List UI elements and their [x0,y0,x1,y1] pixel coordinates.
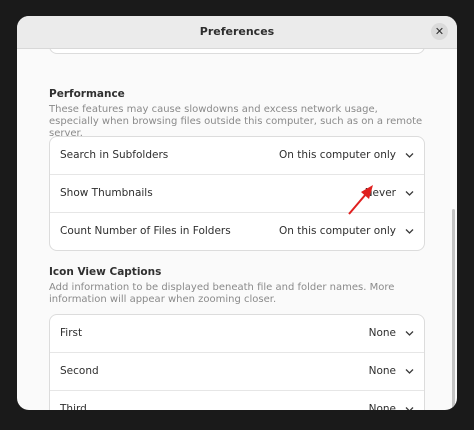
caption-third-row[interactable]: Third None [50,391,424,410]
chevron-down-icon [405,407,414,410]
caption-second-row[interactable]: Second None [50,353,424,391]
row-value: None [368,365,396,377]
row-label: Show Thumbnails [60,187,153,199]
count-files-row[interactable]: Count Number of Files in Folders On this… [50,213,424,250]
row-label: Second [60,365,99,377]
row-label: Count Number of Files in Folders [60,225,231,237]
row-value: None [368,327,396,339]
search-in-subfolders-row[interactable]: Search in Subfolders On this computer on… [50,137,424,175]
row-label: Search in Subfolders [60,149,169,161]
row-value: On this computer only [279,149,396,161]
row-label: First [60,327,83,339]
close-icon: ✕ [434,25,445,38]
close-button[interactable]: ✕ [431,23,448,40]
chevron-down-icon [405,191,414,196]
chevron-down-icon [405,369,414,374]
row-value: None [368,403,396,410]
row-value: Never [364,187,396,199]
scrollbar[interactable] [452,209,455,409]
preferences-window: Preferences ✕ Performance These features… [17,16,457,410]
chevron-down-icon [405,153,414,158]
captions-card: First None Second None Third None [49,314,425,410]
row-value: On this computer only [279,225,396,237]
performance-section-description: These features may cause slowdowns and e… [49,104,423,139]
performance-card: Search in Subfolders On this computer on… [49,136,425,251]
caption-first-row[interactable]: First None [50,315,424,353]
title-bar: Preferences ✕ [17,16,457,49]
show-thumbnails-row[interactable]: Show Thumbnails Never [50,175,424,213]
row-label: Third [60,403,87,410]
previous-card-edge [49,49,425,54]
preferences-scroll-area[interactable]: Performance These features may cause slo… [17,49,457,410]
performance-section-title: Performance [49,88,125,100]
captions-section-title: Icon View Captions [49,266,162,278]
chevron-down-icon [405,331,414,336]
window-title: Preferences [199,25,275,38]
chevron-down-icon [405,229,414,234]
captions-section-description: Add information to be displayed beneath … [49,282,395,305]
